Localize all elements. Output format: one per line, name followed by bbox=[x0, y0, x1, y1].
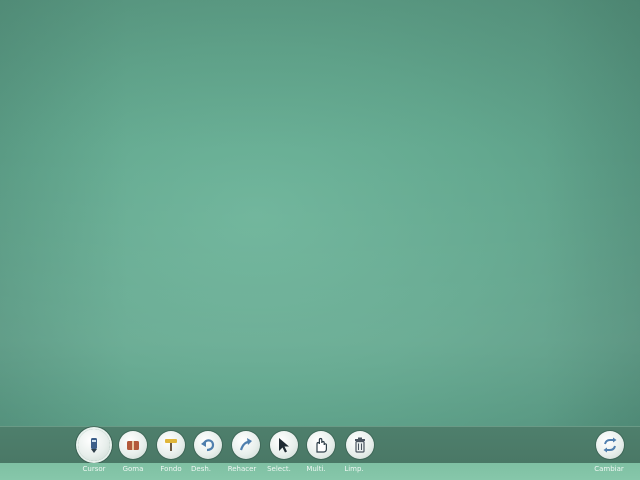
paint-roller-icon bbox=[165, 439, 177, 451]
select-tool-button[interactable] bbox=[270, 431, 298, 459]
drawing-canvas[interactable] bbox=[0, 0, 640, 426]
tool-label-clear[interactable]: Limp. bbox=[344, 465, 363, 473]
toolbar-labels: Cursor Goma Fondo Desh. Rehacer Select. … bbox=[0, 463, 640, 480]
pen-icon bbox=[91, 438, 97, 453]
tool-label-eraser[interactable]: Goma bbox=[123, 465, 144, 473]
tool-label-pen[interactable]: Cursor bbox=[82, 465, 105, 473]
tool-label-undo[interactable]: Desh. bbox=[191, 465, 211, 473]
tool-label-redo[interactable]: Rehacer bbox=[228, 465, 257, 473]
bottom-toolbar bbox=[0, 426, 640, 464]
tool-label-multi[interactable]: Multi. bbox=[306, 465, 325, 473]
switch-arrows-icon bbox=[603, 437, 617, 453]
pen-tool-button[interactable] bbox=[78, 429, 110, 461]
tool-label-select[interactable]: Select. bbox=[267, 465, 291, 473]
background-tool-button[interactable] bbox=[157, 431, 185, 459]
tool-label-switch[interactable]: Cambiar bbox=[594, 465, 624, 473]
clear-button[interactable] bbox=[346, 431, 374, 459]
undo-icon bbox=[201, 439, 215, 452]
multi-touch-hand-icon bbox=[316, 437, 327, 453]
redo-icon bbox=[239, 438, 252, 451]
tool-label-background[interactable]: Fondo bbox=[160, 465, 181, 473]
eraser-tool-button[interactable] bbox=[119, 431, 147, 459]
trash-icon bbox=[355, 437, 365, 453]
switch-button[interactable] bbox=[596, 431, 624, 459]
select-arrow-icon bbox=[279, 438, 289, 453]
redo-button[interactable] bbox=[232, 431, 260, 459]
undo-button[interactable] bbox=[194, 431, 222, 459]
eraser-icon bbox=[127, 441, 139, 450]
multi-touch-tool-button[interactable] bbox=[307, 431, 335, 459]
